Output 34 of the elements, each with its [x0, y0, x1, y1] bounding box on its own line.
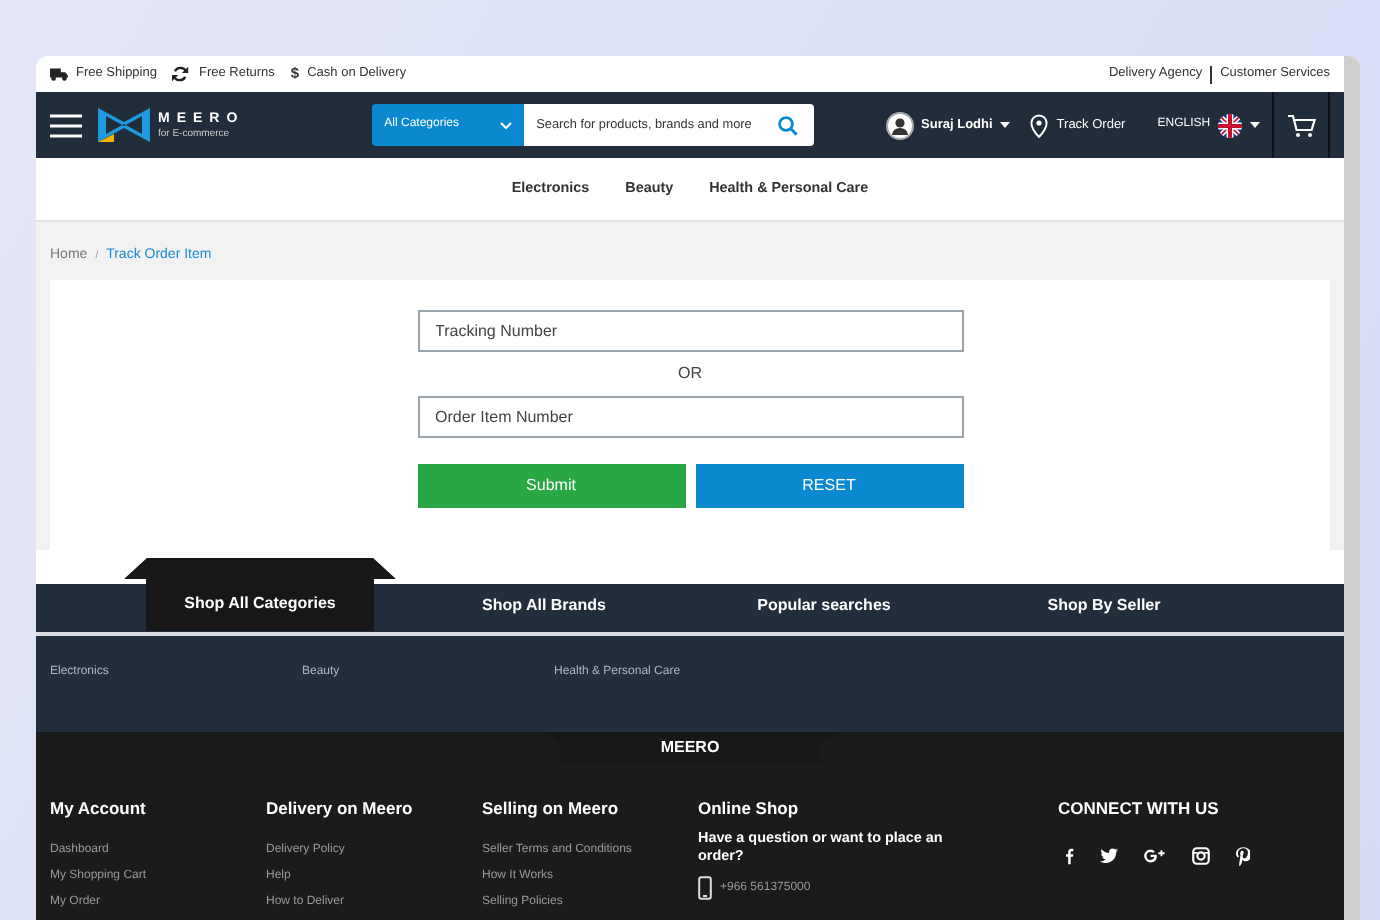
location-pin-icon — [1030, 113, 1049, 137]
footer-heading: Delivery on Meero — [266, 795, 413, 821]
google-plus-icon[interactable] — [1144, 846, 1166, 867]
search-icon[interactable] — [777, 115, 798, 135]
footer-tab[interactable]: Shop All Categories — [124, 557, 396, 631]
refresh-icon — [172, 66, 191, 82]
twitter-icon[interactable] — [1100, 846, 1118, 867]
footer-heading: Selling on Meero — [482, 795, 619, 821]
footer-heading: Online Shop — [698, 795, 799, 821]
instagram-icon[interactable] — [1192, 846, 1210, 867]
chevron-icon — [500, 121, 513, 129]
scrollbar[interactable] — [1344, 56, 1360, 920]
pinterest-icon[interactable] — [1236, 846, 1250, 867]
input-field[interactable]: Order Item Number — [417, 395, 963, 437]
caret-icon — [1250, 122, 1261, 128]
menu-icon[interactable] — [50, 113, 82, 137]
footer-tab[interactable]: Shop All Brands — [404, 579, 684, 631]
facebook-icon[interactable] — [1064, 846, 1074, 867]
truck-icon — [50, 66, 68, 82]
footer-heading: My Account — [50, 795, 146, 821]
footer-brand: MEERO — [544, 731, 836, 763]
reset-button[interactable]: RESET — [695, 463, 963, 507]
footer-heading: CONNECT WITH US — [1058, 795, 1221, 821]
search-button[interactable] — [777, 104, 814, 146]
footer-tab[interactable]: Popular searches — [684, 579, 964, 631]
footer-tab[interactable]: Shop By Seller — [964, 579, 1244, 631]
input-field[interactable]: Tracking Number — [417, 309, 963, 351]
caret-icon — [1000, 122, 1011, 128]
logo-icon — [98, 108, 150, 142]
flag-icon — [1218, 113, 1243, 137]
phone-icon — [698, 876, 712, 901]
avatar-icon — [885, 111, 914, 139]
cart-icon[interactable] — [1287, 113, 1316, 137]
separator-text: OR — [678, 361, 702, 385]
